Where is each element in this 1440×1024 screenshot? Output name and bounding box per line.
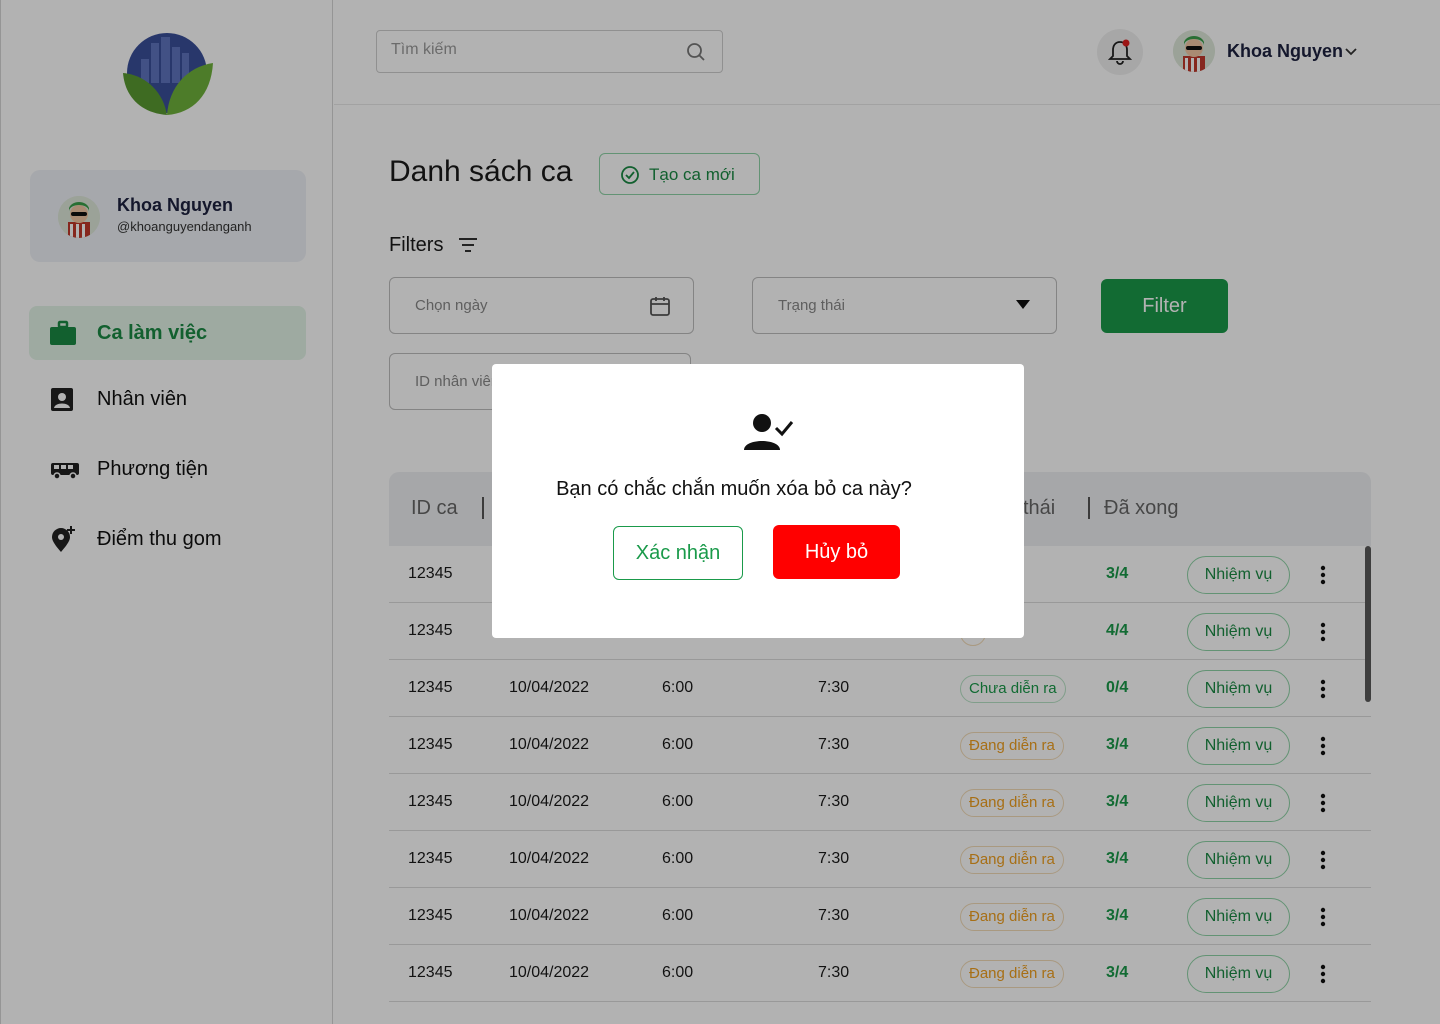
confirm-button[interactable]: Xác nhận (613, 526, 743, 580)
user-check-icon (744, 414, 794, 450)
confirm-delete-dialog: Bạn có chắc chắn muốn xóa bỏ ca này? Xác… (492, 364, 1024, 638)
dialog-message: Bạn có chắc chắn muốn xóa bỏ ca này? (556, 478, 912, 500)
cancel-button[interactable]: Hủy bỏ (773, 525, 900, 579)
